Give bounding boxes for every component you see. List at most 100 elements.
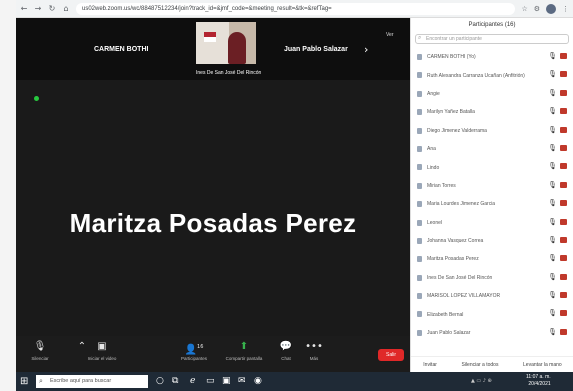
- participant-row[interactable]: Diego Jimenez Valderrama 🎙: [411, 122, 573, 140]
- view-button[interactable]: Ver: [386, 32, 394, 38]
- video-off-icon[interactable]: [560, 273, 567, 280]
- microphone-muted-icon[interactable]: 🎙: [548, 273, 557, 281]
- invite-button[interactable]: Invitar: [423, 362, 437, 368]
- video-off-icon[interactable]: [560, 126, 567, 133]
- cortana-icon[interactable]: ○: [156, 376, 164, 386]
- participant-name: Maritza Posadas Perez: [427, 256, 479, 263]
- bookmark-star-icon[interactable]: ☆: [521, 5, 527, 13]
- participant-row[interactable]: Juan Pablo Salazar 🎙: [411, 324, 573, 342]
- participant-row[interactable]: CARMEN BOTHI (Yo) 🎙: [411, 48, 573, 66]
- back-arrow-icon[interactable]: ←: [20, 4, 28, 13]
- share-screen-button[interactable]: ⬆ Compartir pantalla: [222, 340, 266, 361]
- microphone-muted-icon[interactable]: 🎙: [548, 107, 557, 115]
- active-speaker-name: Maritza Posadas Perez: [69, 208, 357, 238]
- participant-row[interactable]: MARISOL LOPEZ VILLAMAYOR 🎙: [411, 287, 573, 305]
- participant-video-thumbnail[interactable]: [196, 22, 256, 64]
- thumbnail-name-2[interactable]: Juan Pablo Salazar: [284, 46, 348, 53]
- microphone-muted-icon[interactable]: 🎙: [548, 144, 557, 152]
- participant-row[interactable]: Ines De San José Del Rincón 🎙: [411, 269, 573, 287]
- forward-arrow-icon[interactable]: →: [34, 4, 42, 13]
- video-off-icon[interactable]: [560, 53, 567, 59]
- participant-avatar: [417, 274, 422, 281]
- reload-icon[interactable]: ↻: [48, 4, 56, 13]
- microphone-muted-icon[interactable]: 🎙: [548, 199, 557, 207]
- menu-dots-icon[interactable]: ⋮: [562, 5, 569, 13]
- participant-row[interactable]: Elizabeth Bernal 🎙: [411, 305, 573, 323]
- participants-panel: Participantes (16) Encontrar un particip…: [410, 18, 573, 372]
- video-off-icon[interactable]: [560, 292, 567, 299]
- participant-name: Angie: [427, 90, 440, 97]
- participant-row[interactable]: Marilyn Yañez Batalla 🎙: [411, 103, 573, 121]
- microphone-muted-icon[interactable]: 🎙: [548, 181, 557, 189]
- video-off-icon[interactable]: [560, 200, 567, 207]
- video-off-icon[interactable]: [560, 310, 567, 317]
- video-off-icon[interactable]: [560, 89, 567, 96]
- video-off-icon[interactable]: [560, 144, 567, 151]
- mail-icon[interactable]: ✉: [238, 376, 246, 386]
- system-tray-icons[interactable]: ▲ ▭ ♪ ⊕: [471, 378, 492, 384]
- microphone-muted-icon[interactable]: 🎙: [548, 52, 557, 60]
- participant-row[interactable]: Ruth Alexandra Carranza Ucañan (Anfitrió…: [411, 66, 573, 84]
- video-off-icon[interactable]: [560, 328, 567, 335]
- microphone-muted-icon[interactable]: 🎙: [548, 309, 557, 317]
- store-icon[interactable]: ▣: [222, 376, 231, 386]
- participant-name: Ines De San José Del Rincón: [427, 274, 493, 281]
- microphone-muted-icon[interactable]: 🎙: [548, 218, 557, 226]
- chrome-icon[interactable]: ◉: [254, 376, 262, 386]
- thumbnail-name-1[interactable]: CARMEN BOTHI: [94, 46, 148, 53]
- next-page-arrow-icon[interactable]: ›: [364, 43, 368, 56]
- participant-row[interactable]: Ana 🎙: [411, 140, 573, 158]
- leave-meeting-button[interactable]: Salir: [378, 349, 404, 361]
- mute-button[interactable]: 🎙 Silenciar: [18, 340, 62, 361]
- home-icon[interactable]: ⌂: [62, 4, 70, 13]
- video-off-icon[interactable]: [560, 255, 567, 262]
- video-off-icon[interactable]: [560, 108, 567, 115]
- participant-row[interactable]: Mirian Torres 🎙: [411, 177, 573, 195]
- taskbar-clock[interactable]: 11:07 a. m. 20/4/2021: [526, 374, 551, 388]
- participant-row[interactable]: Leonel 🎙: [411, 214, 573, 232]
- participant-avatar: [417, 127, 422, 134]
- edge-browser-icon[interactable]: ℯ: [190, 376, 195, 386]
- microphone-muted-icon[interactable]: 🎙: [548, 291, 557, 299]
- microphone-muted-icon[interactable]: 🎙: [548, 89, 557, 97]
- video-camera-off-icon: ▣: [97, 341, 107, 352]
- video-off-icon[interactable]: [560, 218, 567, 225]
- participant-row[interactable]: Maritza Posadas Perez 🎙: [411, 250, 573, 268]
- participant-avatar: [417, 164, 422, 171]
- start-video-label: Iniciar el video: [87, 356, 117, 361]
- mute-all-button[interactable]: Silenciar a todos: [461, 362, 498, 368]
- participants-button[interactable]: 👤16 Participantes: [172, 340, 216, 361]
- participant-list: CARMEN BOTHI (Yo) 🎙 Ruth Alexandra Carranz…: [411, 48, 573, 342]
- start-video-button[interactable]: ▣ Iniciar el video: [80, 340, 124, 361]
- clock-time: 11:07 a. m.: [526, 374, 551, 380]
- more-button[interactable]: ••• Más: [292, 340, 336, 361]
- clock-date: 20/4/2021: [528, 381, 551, 387]
- windows-start-icon[interactable]: ⊞: [20, 376, 28, 387]
- participant-name: Diego Jimenez Valderrama: [427, 127, 487, 134]
- participant-row[interactable]: Maria Lourdes Jimenez Garcia 🎙: [411, 195, 573, 213]
- taskbar-search-input[interactable]: Escribe aquí para buscar: [36, 375, 148, 388]
- person-silhouette: [228, 32, 246, 64]
- participant-row[interactable]: Johanna Vasquez Correa 🎙: [411, 232, 573, 250]
- microphone-muted-icon[interactable]: 🎙: [548, 328, 557, 336]
- video-off-icon[interactable]: [560, 71, 567, 78]
- microphone-muted-icon[interactable]: 🎙: [548, 236, 557, 244]
- video-off-icon[interactable]: [560, 181, 567, 188]
- participant-name: CARMEN BOTHI (Yo): [427, 54, 476, 61]
- microphone-muted-icon[interactable]: 🎙: [548, 126, 557, 134]
- extension-icon[interactable]: ⚙: [534, 5, 540, 13]
- participant-row[interactable]: Angie 🎙: [411, 85, 573, 103]
- microphone-muted-icon[interactable]: 🎙: [548, 70, 557, 78]
- participant-search-input[interactable]: Encontrar un participante: [415, 34, 569, 44]
- video-off-icon[interactable]: [560, 163, 567, 170]
- raise-hand-button[interactable]: Levantar la mano: [523, 362, 562, 368]
- microphone-muted-icon[interactable]: 🎙: [548, 254, 557, 262]
- microphone-muted-icon[interactable]: 🎙: [548, 162, 557, 170]
- participant-row[interactable]: Lindo 🎙: [411, 158, 573, 176]
- address-bar[interactable]: us02web.zoom.us/wc/88487512234/join?trac…: [76, 2, 516, 15]
- file-explorer-icon[interactable]: ▭: [206, 376, 215, 386]
- browser-bar: ← → ↻ ⌂ us02web.zoom.us/wc/88487512234/j…: [16, 0, 573, 18]
- task-view-icon[interactable]: ⧉: [172, 376, 178, 386]
- profile-avatar[interactable]: [546, 3, 556, 14]
- video-off-icon[interactable]: [560, 236, 567, 243]
